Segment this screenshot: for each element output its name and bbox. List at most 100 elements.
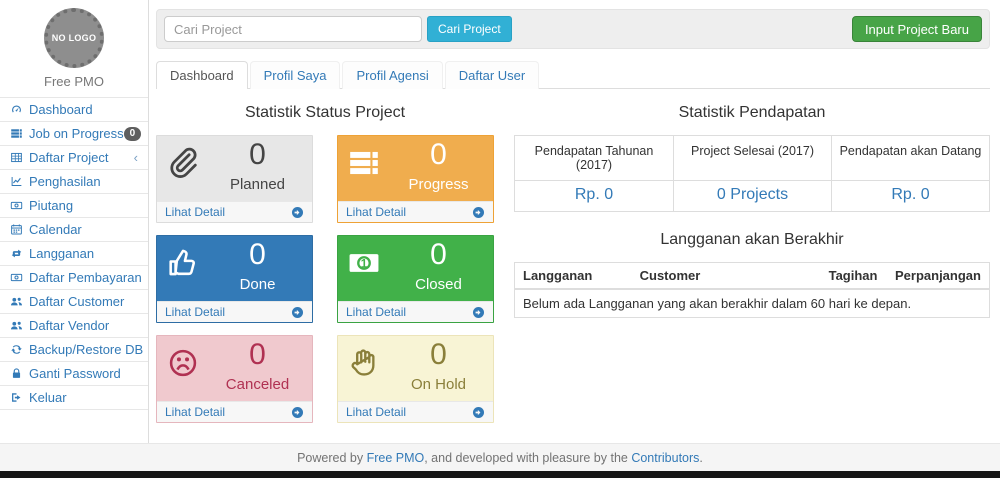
footer-text: Powered by [297, 451, 366, 465]
money-icon [10, 199, 23, 212]
card-body: 10Closed [338, 236, 493, 301]
arrow-circle-right-icon[interactable] [291, 306, 304, 319]
card-count: 0 [209, 338, 306, 372]
sidebar-item-backup-restore-db[interactable]: Backup/Restore DB [0, 338, 148, 362]
pendapatan-header: Pendapatan Tahunan (2017) [515, 136, 673, 181]
money-icon [10, 271, 23, 284]
card-body: 0Done [157, 236, 312, 301]
card-count: 0 [209, 238, 306, 272]
status-card-closed: 10ClosedLihat Detail [337, 235, 494, 323]
thumbs-up-icon [166, 246, 200, 280]
tab-profil-saya[interactable]: Profil Saya [250, 61, 341, 89]
right-section: Statistik Pendapatan Pendapatan Tahunan … [514, 95, 990, 318]
line-chart-icon [10, 175, 23, 188]
pendapatan-value-link[interactable]: Rp. 0 [515, 181, 673, 211]
status-card-on-hold: 0On HoldLihat Detail [337, 335, 494, 423]
sidebar-item-daftar-customer[interactable]: Daftar Customer [0, 290, 148, 314]
sidebar-item-label: Ganti Password [29, 366, 121, 381]
langganan-title: Langganan akan Berakhir [514, 231, 990, 249]
tab-daftar-user[interactable]: Daftar User [445, 61, 539, 89]
lihat-detail-label: Lihat Detail [346, 205, 406, 219]
sidebar-item-keluar[interactable]: Keluar [0, 386, 148, 410]
pendapatan-header: Pendapatan akan Datang [831, 136, 989, 181]
calendar-icon [10, 223, 23, 236]
sidebar-item-penghasilan[interactable]: Penghasilan [0, 170, 148, 194]
tab-profil-agensi[interactable]: Profil Agensi [342, 61, 442, 89]
sidebar-item-label: Daftar Pembayaran [29, 270, 142, 285]
tasks-icon [10, 127, 23, 140]
arrow-circle-right-icon[interactable] [472, 406, 485, 419]
window-bottom-bar [0, 471, 1000, 478]
sidebar-item-dashboard[interactable]: Dashboard [0, 98, 148, 122]
sign-out-icon [10, 391, 23, 404]
sidebar-item-label: Piutang [29, 198, 73, 213]
lihat-detail-label: Lihat Detail [165, 205, 225, 219]
pendapatan-value-link[interactable]: Rp. 0 [831, 181, 989, 211]
sidebar-item-label: Calendar [29, 222, 82, 237]
new-project-button[interactable]: Input Project Baru [852, 16, 982, 42]
search-input[interactable] [164, 16, 422, 42]
svg-text:1: 1 [361, 257, 368, 270]
sidebar-item-label: Daftar Vendor [29, 318, 109, 333]
free-pmo-link[interactable]: Free PMO [367, 451, 425, 465]
sidebar-item-daftar-project[interactable]: Daftar Project‹ [0, 146, 148, 170]
card-count: 0 [390, 338, 487, 372]
langganan-col-customer: Customer [632, 263, 821, 290]
arrow-circle-right-icon[interactable] [472, 306, 485, 319]
sidebar-item-label: Backup/Restore DB [29, 342, 143, 357]
status-section: Statistik Status Project 0 Planned Lihat D… [156, 95, 494, 423]
arrow-circle-right-icon[interactable] [472, 206, 485, 219]
sidebar-item-piutang[interactable]: Piutang [0, 194, 148, 218]
sidebar-item-langganan[interactable]: Langganan [0, 242, 148, 266]
pendapatan-title: Statistik Pendapatan [514, 104, 990, 122]
card-body: 0Canceled [157, 336, 312, 401]
lihat-detail-link[interactable]: Lihat Detail [338, 401, 493, 422]
lihat-detail-link[interactable]: Lihat Detail [157, 401, 312, 422]
lihat-detail-label: Lihat Detail [165, 305, 225, 319]
card-count: 0 [390, 138, 487, 172]
sidebar-menu: DashboardJob on Progress0Daftar Project‹… [0, 97, 148, 410]
status-card-progress: 0Progress Lihat Detail [337, 135, 494, 223]
page-footer: Powered by Free PMO, and developed with … [0, 443, 1000, 471]
tab-dashboard[interactable]: Dashboard [156, 61, 248, 89]
lihat-detail-link[interactable]: Lihat Detail [157, 201, 312, 222]
pendapatan-table: Pendapatan Tahunan (2017)Project Selesai… [514, 135, 990, 212]
search-button[interactable]: Cari Project [427, 16, 512, 42]
sidebar-item-job-on-progress[interactable]: Job on Progress0 [0, 122, 148, 146]
lock-icon [10, 367, 23, 380]
sidebar-item-ganti-password[interactable]: Ganti Password [0, 362, 148, 386]
status-card-planned: 0 Planned Lihat Detail [156, 135, 313, 223]
tachometer-icon [10, 103, 23, 116]
lihat-detail-link[interactable]: Lihat Detail [338, 201, 493, 222]
sidebar-item-daftar-vendor[interactable]: Daftar Vendor [0, 314, 148, 338]
status-section-title: Statistik Status Project [156, 104, 494, 122]
sidebar-item-calendar[interactable]: Calendar [0, 218, 148, 242]
lihat-detail-link[interactable]: Lihat Detail [157, 301, 312, 322]
arrow-circle-right-icon[interactable] [291, 406, 304, 419]
chevron-left-icon: ‹ [134, 151, 138, 164]
status-cards-grid: 0 Planned Lihat Detail 0Progress Lihat Detai… [156, 135, 494, 423]
search-bar: Cari Project Input Project Baru [156, 9, 990, 49]
card-label: Closed [390, 276, 487, 293]
card-body: 0Progress [338, 136, 493, 201]
paperclip-icon [166, 146, 200, 180]
card-label: Planned [209, 176, 306, 193]
lihat-detail-label: Lihat Detail [165, 405, 225, 419]
lihat-detail-link[interactable]: Lihat Detail [338, 301, 493, 322]
contributors-link[interactable]: Contributors [631, 451, 699, 465]
arrow-circle-right-icon[interactable] [291, 206, 304, 219]
sidebar-item-daftar-pembayaran[interactable]: Daftar Pembayaran [0, 266, 148, 290]
langganan-empty-message: Belum ada Langganan yang akan berakhir d… [515, 289, 990, 318]
lihat-detail-label: Lihat Detail [346, 405, 406, 419]
banknote-icon: 1 [347, 246, 381, 280]
refresh-icon [10, 343, 23, 356]
langganan-table: LanggananCustomerTagihanPerpanjangan Bel… [514, 262, 990, 318]
tasks-icon [347, 146, 381, 180]
sidebar-item-label: Daftar Customer [29, 294, 124, 309]
card-count: 0 [209, 138, 306, 172]
sidebar-item-label: Langganan [29, 246, 94, 261]
status-card-done: 0Done Lihat Detail [156, 235, 313, 323]
frown-icon [166, 346, 200, 380]
pendapatan-value-link[interactable]: 0 Projects [673, 181, 831, 211]
retweet-icon [10, 247, 23, 260]
